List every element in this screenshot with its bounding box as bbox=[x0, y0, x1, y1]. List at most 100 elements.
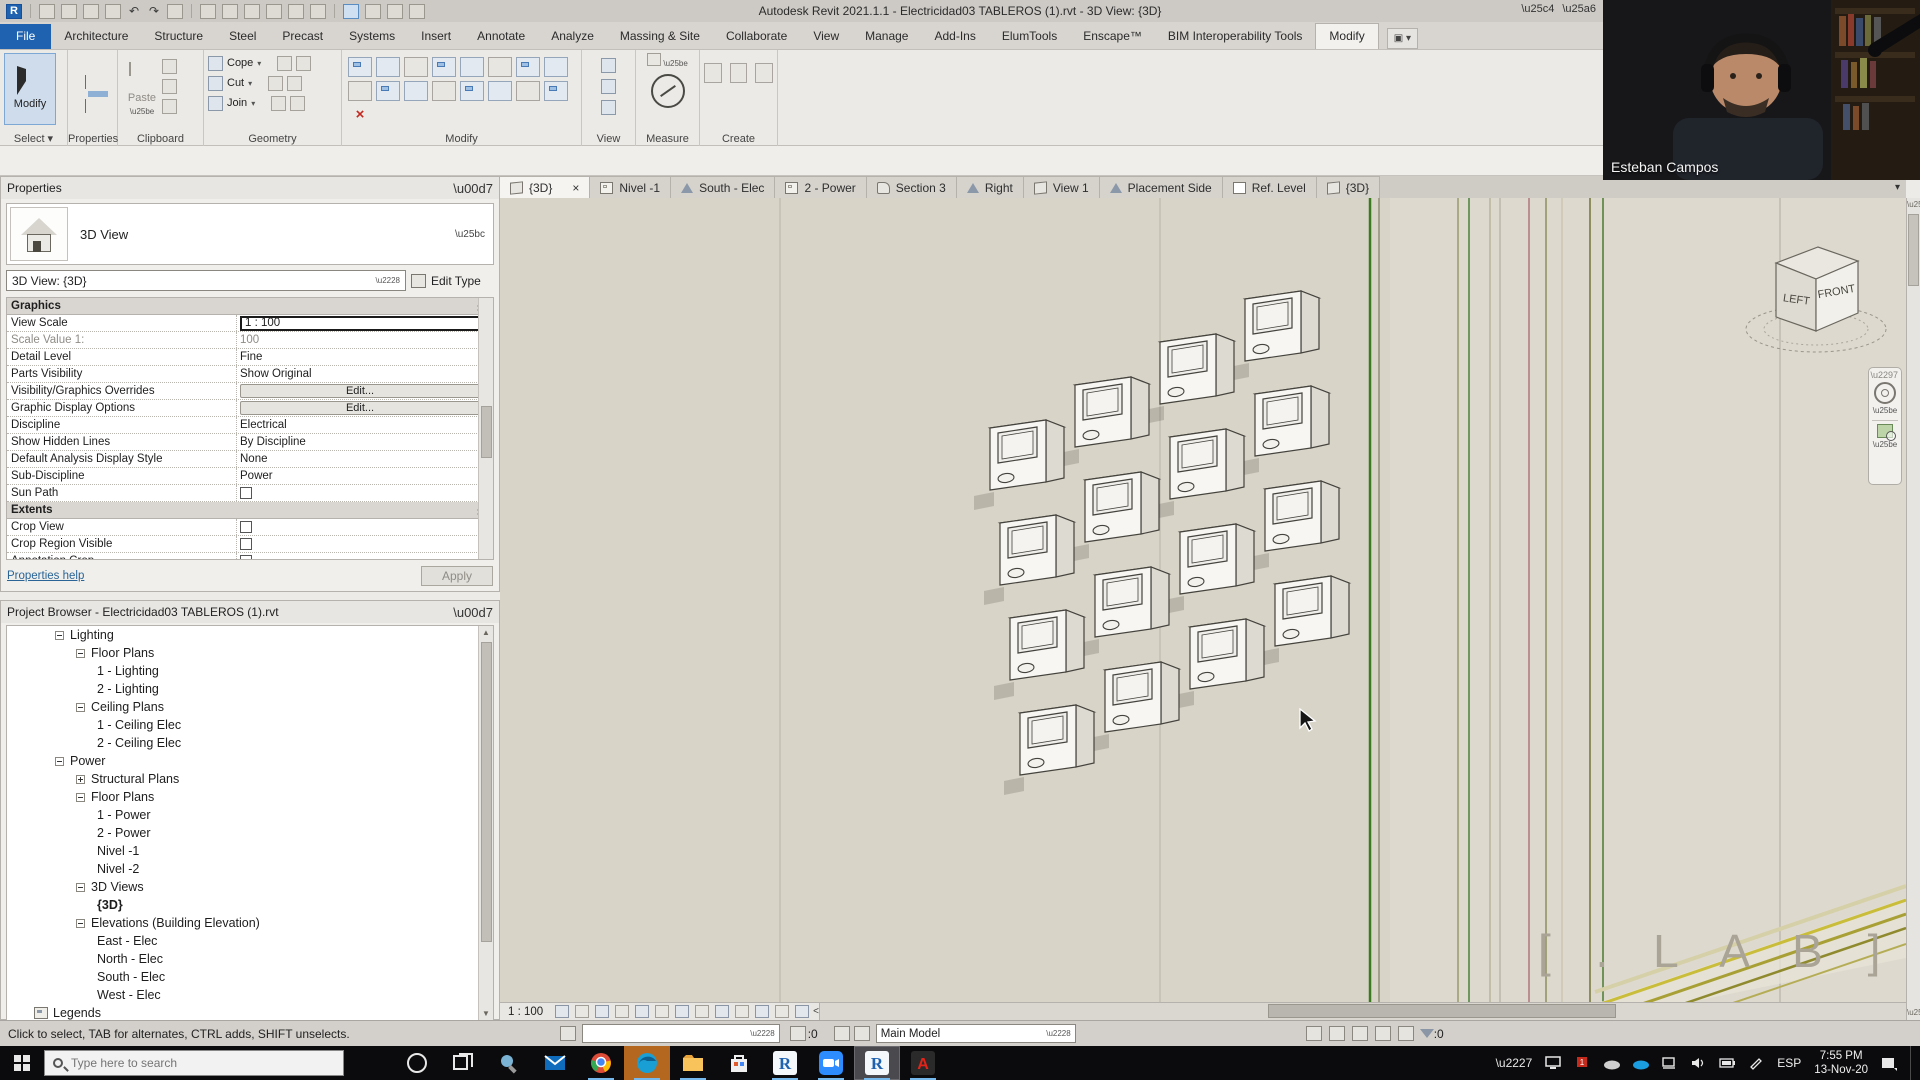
onedrive-gray-icon[interactable] bbox=[1603, 1056, 1619, 1070]
hide-isolate-bulb-icon[interactable] bbox=[601, 58, 616, 73]
show-desktop-button[interactable] bbox=[1910, 1046, 1914, 1080]
property-value[interactable]: None bbox=[237, 451, 493, 467]
infocenter-grid-icon[interactable]: \u25a6 bbox=[1562, 3, 1596, 15]
ribbon-tab-annotate[interactable]: Annotate bbox=[464, 24, 538, 49]
property-section-extents[interactable]: Extents bbox=[7, 502, 493, 519]
onedrive-blue-icon[interactable] bbox=[1632, 1056, 1648, 1070]
tree-item-2-ceiling-elec[interactable]: 2 - Ceiling Elec bbox=[7, 734, 493, 752]
shadows-icon[interactable] bbox=[615, 1005, 629, 1018]
array-icon[interactable] bbox=[432, 81, 456, 101]
ribbon-tab-precast[interactable]: Precast bbox=[269, 24, 336, 49]
demolish-hammer-icon[interactable] bbox=[271, 96, 286, 111]
geometry-cut-button[interactable]: Cut bbox=[227, 77, 244, 89]
ribbon-tab-structure[interactable]: Structure bbox=[141, 24, 216, 49]
property-checkbox[interactable] bbox=[240, 521, 252, 533]
cut-to-clipboard-icon[interactable] bbox=[162, 79, 177, 94]
language-indicator[interactable]: ESP bbox=[1777, 1056, 1801, 1070]
expand-icon[interactable] bbox=[76, 775, 85, 784]
tree-item-west-elec[interactable]: West - Elec bbox=[7, 986, 493, 1004]
apply-button[interactable]: Apply bbox=[421, 566, 493, 586]
property-value[interactable]: Edit... bbox=[237, 400, 493, 416]
tree-item-lighting[interactable]: Lighting bbox=[7, 626, 493, 644]
modify-tool-button[interactable]: Modify bbox=[4, 53, 56, 125]
tree-item-nivel-1[interactable]: Nivel -1 bbox=[7, 842, 493, 860]
geometry-join-button[interactable]: Join bbox=[227, 97, 247, 109]
browser-scroll-thumb[interactable] bbox=[481, 642, 492, 942]
ribbon-tab-add-ins[interactable]: Add-Ins bbox=[921, 24, 988, 49]
geometry-cope-button[interactable]: Cope bbox=[227, 57, 253, 69]
wheel-dropdown-icon[interactable]: \u25be bbox=[1873, 406, 1897, 415]
view-tab-2[interactable]: South - Elec bbox=[671, 176, 775, 198]
property-value[interactable]: 1 : 100 bbox=[237, 315, 493, 331]
reveal-hidden-elements-icon[interactable] bbox=[715, 1005, 729, 1018]
tree-item-1-power[interactable]: 1 - Power bbox=[7, 806, 493, 824]
zoom-region-icon[interactable] bbox=[1877, 424, 1893, 438]
copy-icon[interactable] bbox=[348, 81, 372, 101]
edit-type-button[interactable]: Edit Type bbox=[431, 274, 481, 288]
rotate-icon[interactable] bbox=[376, 81, 400, 101]
remove-coping-icon[interactable] bbox=[296, 56, 311, 71]
zoom-dropdown-icon[interactable]: \u25be bbox=[1873, 440, 1897, 449]
tree-item-nivel-2[interactable]: Nivel -2 bbox=[7, 860, 493, 878]
property-value[interactable] bbox=[237, 553, 493, 560]
property-checkbox[interactable] bbox=[240, 538, 252, 550]
taskbar-app-acrobat[interactable]: A bbox=[900, 1046, 946, 1080]
worksets-icon[interactable] bbox=[560, 1026, 576, 1041]
search-input[interactable] bbox=[71, 1056, 311, 1070]
tree-item-1-lighting[interactable]: 1 - Lighting bbox=[7, 662, 493, 680]
ribbon-tab-massing-site[interactable]: Massing & Site bbox=[607, 24, 713, 49]
collapse-icon[interactable] bbox=[55, 757, 64, 766]
steering-wheel-icon[interactable] bbox=[1874, 382, 1896, 404]
paste-button[interactable]: Paste\u25be bbox=[122, 53, 162, 125]
visual-style-icon[interactable] bbox=[555, 1005, 569, 1018]
properties-palette-button[interactable] bbox=[72, 53, 124, 125]
property-value[interactable]: Electrical bbox=[237, 417, 493, 433]
scroll-up-icon[interactable]: \u25b2 bbox=[1907, 198, 1920, 212]
browser-scrollbar[interactable]: ▲▼ bbox=[478, 626, 493, 1020]
tree-item-2-lighting[interactable]: 2 - Lighting bbox=[7, 680, 493, 698]
view-tabs-overflow-icon[interactable]: ▾ bbox=[1889, 182, 1906, 193]
crop-view-icon[interactable] bbox=[655, 1005, 669, 1018]
split-with-gap-icon[interactable] bbox=[488, 57, 512, 77]
create-group-icon[interactable] bbox=[704, 63, 722, 83]
collapse-icon[interactable] bbox=[76, 793, 85, 802]
geometry-cope-dropdown-icon[interactable]: ▾ bbox=[257, 59, 261, 68]
measure-between-references-button[interactable] bbox=[651, 74, 685, 108]
property-checkbox[interactable] bbox=[240, 555, 252, 560]
show-rendering-dialog-icon[interactable] bbox=[635, 1005, 649, 1018]
property-value[interactable]: Edit... bbox=[237, 383, 493, 399]
property-checkbox[interactable] bbox=[240, 487, 252, 499]
offset-icon[interactable] bbox=[376, 57, 400, 77]
exclude-options-icon[interactable] bbox=[854, 1026, 870, 1041]
select-panel-label[interactable]: Select ▾ bbox=[0, 132, 67, 145]
close-project-browser-icon[interactable]: \u00d7 bbox=[453, 605, 493, 620]
type-selector-dropdown-icon[interactable]: \u25bc bbox=[455, 229, 485, 240]
trim-extend-single-icon[interactable] bbox=[516, 81, 540, 101]
highlight-displacement-icon[interactable] bbox=[795, 1005, 809, 1018]
copy-to-clipboard-icon[interactable] bbox=[162, 99, 177, 114]
temporary-hide-isolate-icon[interactable] bbox=[695, 1005, 709, 1018]
select-underlay-elements-icon[interactable] bbox=[1329, 1026, 1345, 1041]
pen-icon[interactable] bbox=[1748, 1056, 1764, 1070]
tree-item-ceiling-plans[interactable]: Ceiling Plans bbox=[7, 698, 493, 716]
instance-selector-combobox[interactable]: 3D View: {3D} \u2228 bbox=[6, 270, 406, 291]
collapse-icon[interactable] bbox=[76, 703, 85, 712]
paint-icon[interactable] bbox=[290, 96, 305, 111]
taskbar-app-zoom-app[interactable] bbox=[808, 1046, 854, 1080]
temporary-view-properties-icon[interactable] bbox=[755, 1005, 769, 1018]
design-option-dropdown[interactable]: Main Model\u2228 bbox=[876, 1024, 1076, 1043]
close-navbar-icon[interactable]: \u2297 bbox=[1870, 370, 1898, 380]
sun-path-icon[interactable] bbox=[595, 1005, 609, 1018]
trim-extend-corner-icon[interactable] bbox=[404, 81, 428, 101]
pin-icon[interactable] bbox=[488, 81, 512, 101]
unpin-icon[interactable] bbox=[516, 57, 540, 77]
ribbon-tab-file[interactable]: File bbox=[0, 24, 51, 49]
ribbon-display-toggle[interactable]: ▣ ▾ bbox=[1387, 28, 1418, 49]
battery-icon[interactable] bbox=[1719, 1056, 1735, 1070]
hide-analytical-model-icon[interactable] bbox=[775, 1005, 789, 1018]
delete-icon[interactable]: × bbox=[348, 105, 372, 125]
property-value[interactable]: Power bbox=[237, 468, 493, 484]
tray-chevron-up-icon[interactable]: \u2227 bbox=[1496, 1056, 1533, 1070]
tree-item-east-elec[interactable]: East - Elec bbox=[7, 932, 493, 950]
trim-extend-multiple-icon[interactable] bbox=[544, 81, 568, 101]
